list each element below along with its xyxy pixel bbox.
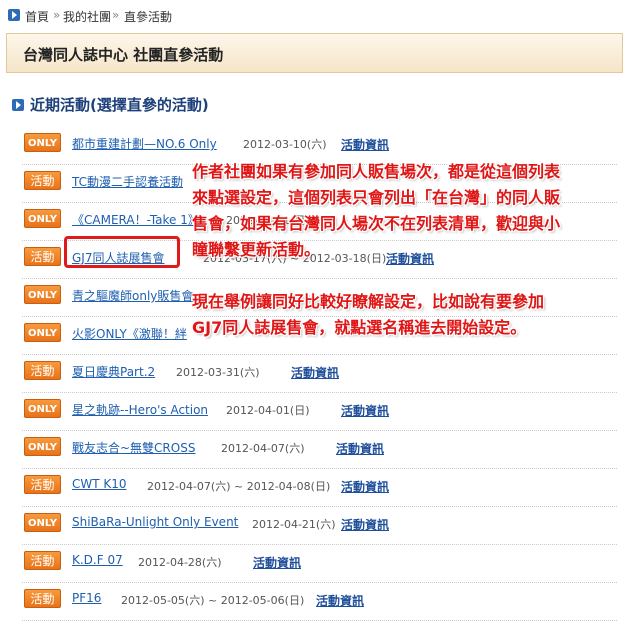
event-badge: 活動 — [24, 551, 61, 570]
breadcrumb: 首頁 » 我的社團 » 直參活動 — [0, 0, 623, 31]
only-badge: ONLY — [24, 399, 61, 418]
only-badge: ONLY — [24, 133, 61, 152]
event-info-link[interactable]: 活動資訊 — [341, 136, 389, 153]
arrow-icon — [12, 99, 24, 111]
breadcrumb-my-clubs[interactable]: 我的社團 — [63, 8, 111, 25]
event-row: 活動 夏日慶典Part.2 2012-03-31(六) 活動資訊 — [0, 360, 623, 393]
annotation-note: 作者社團如果有參加同人販售場次，都是從這個列表 來點選設定，這個列表只會列出「在… — [192, 159, 560, 263]
event-name-link[interactable]: ShiBaRa-Unlight Only Event — [72, 515, 238, 529]
event-date: 2012-04-07(六) ~ 2012-04-08(日) — [147, 480, 331, 493]
event-name-link[interactable]: 《CAMERA！-Take 1》 — [72, 211, 200, 228]
highlight-box — [64, 236, 180, 268]
only-badge: ONLY — [24, 437, 61, 456]
event-info-link[interactable]: 活動資訊 — [253, 554, 301, 571]
annotation-line: GJ7同人誌展售會，就點選名稱進去開始設定。 — [192, 318, 527, 337]
breadcrumb-separator: » — [53, 8, 61, 22]
event-name-link[interactable]: K.D.F 07 — [72, 553, 123, 567]
title-bar: 台灣同人誌中心 社團直參活動 — [6, 33, 623, 73]
section-heading: 近期活動(選擇直參的活動) — [12, 94, 209, 115]
event-date: 2012-03-31(六) — [176, 366, 260, 379]
event-info-link[interactable]: 活動資訊 — [336, 440, 384, 457]
only-badge: ONLY — [24, 513, 61, 532]
event-name-link[interactable]: PF16 — [72, 591, 101, 605]
event-row: 活動 PF16 2012-05-05(六) ~ 2012-05-06(日) 活動資訊 — [0, 588, 623, 621]
event-row: 活動 CWT K10 2012-04-07(六) ~ 2012-04-08(日) 活動… — [0, 474, 623, 507]
event-name-link[interactable]: 青之驅魔師only販售會 — [72, 287, 193, 304]
breadcrumb-separator: » — [112, 8, 120, 22]
event-info-link[interactable]: 活動資訊 — [291, 364, 339, 381]
event-name-link[interactable]: 星之軌跡--Hero's Action — [72, 401, 208, 418]
event-badge: 活動 — [24, 361, 61, 380]
event-row: ONLY 戰友志合~無雙CROSS 2012-04-07(六) 活動資訊 — [0, 436, 623, 469]
event-badge: 活動 — [24, 475, 61, 494]
event-info-link[interactable]: 活動資訊 — [341, 402, 389, 419]
event-badge: 活動 — [24, 247, 61, 266]
event-info-link[interactable]: 活動資訊 — [341, 478, 389, 495]
section-title: 近期活動(選擇直參的活動) — [30, 96, 209, 114]
annotation-note: 現在舉例讓同好比較好瞭解設定，比如說有要參加 GJ7同人誌展售會，就點選名稱進去… — [192, 289, 544, 341]
event-name-link[interactable]: 夏日慶典Part.2 — [72, 363, 155, 380]
event-date: 2012-03-10(六) — [243, 138, 327, 151]
event-info-link[interactable]: 活動資訊 — [316, 592, 364, 609]
event-badge: 活動 — [24, 589, 61, 608]
breadcrumb-arrow-icon — [8, 9, 20, 21]
event-info-link[interactable]: 活動資訊 — [341, 516, 389, 533]
event-date: 2012-04-21(六) — [252, 518, 336, 531]
event-row: ONLY ShiBaRa-Unlight Only Event 2012-04-21… — [0, 512, 623, 545]
event-name-link[interactable]: 戰友志合~無雙CROSS — [72, 439, 195, 456]
annotation-line: 瞳聯繫更新活動。 — [192, 240, 321, 259]
event-date: 2012-04-01(日) — [226, 404, 310, 417]
event-date: 2012-04-28(六) — [138, 556, 222, 569]
event-row: 活動 K.D.F 07 2012-04-28(六) 活動資訊 — [0, 550, 623, 583]
only-badge: ONLY — [24, 323, 61, 342]
only-badge: ONLY — [24, 285, 61, 304]
event-row: ONLY 星之軌跡--Hero's Action 2012-04-01(日) 活動資訊 — [0, 398, 623, 431]
annotation-line: 作者社團如果有參加同人販售場次，都是從這個列表 — [192, 162, 561, 181]
event-name-link[interactable]: 都市重建計劃—NO.6 Only — [72, 135, 217, 152]
breadcrumb-home[interactable]: 首頁 — [25, 8, 49, 25]
event-name-link[interactable]: 火影ONLY《激聯！絆 — [72, 325, 187, 342]
annotation-line: 來點選設定，這個列表只會列出「在台灣」的同人販 — [192, 188, 561, 207]
event-name-link[interactable]: CWT K10 — [72, 477, 127, 491]
event-name-link[interactable]: TC動漫二手認養活動 — [72, 173, 183, 190]
page-title: 台灣同人誌中心 社團直參活動 — [23, 46, 224, 64]
breadcrumb-current: 直參活動 — [124, 10, 173, 24]
annotation-line: 現在舉例讓同好比較好瞭解設定，比如說有要參加 — [192, 292, 545, 311]
event-row: ONLY 都市重建計劃—NO.6 Only 2012-03-10(六) 活動資訊 — [0, 132, 623, 165]
only-badge: ONLY — [24, 209, 61, 228]
event-date: 2012-04-07(六) — [221, 442, 305, 455]
event-date: 2012-05-05(六) ~ 2012-05-06(日) — [121, 594, 305, 607]
event-badge: 活動 — [24, 171, 61, 190]
annotation-line: 售會，如果有台灣同人場次不在列表清單，歡迎與小 — [192, 214, 561, 233]
